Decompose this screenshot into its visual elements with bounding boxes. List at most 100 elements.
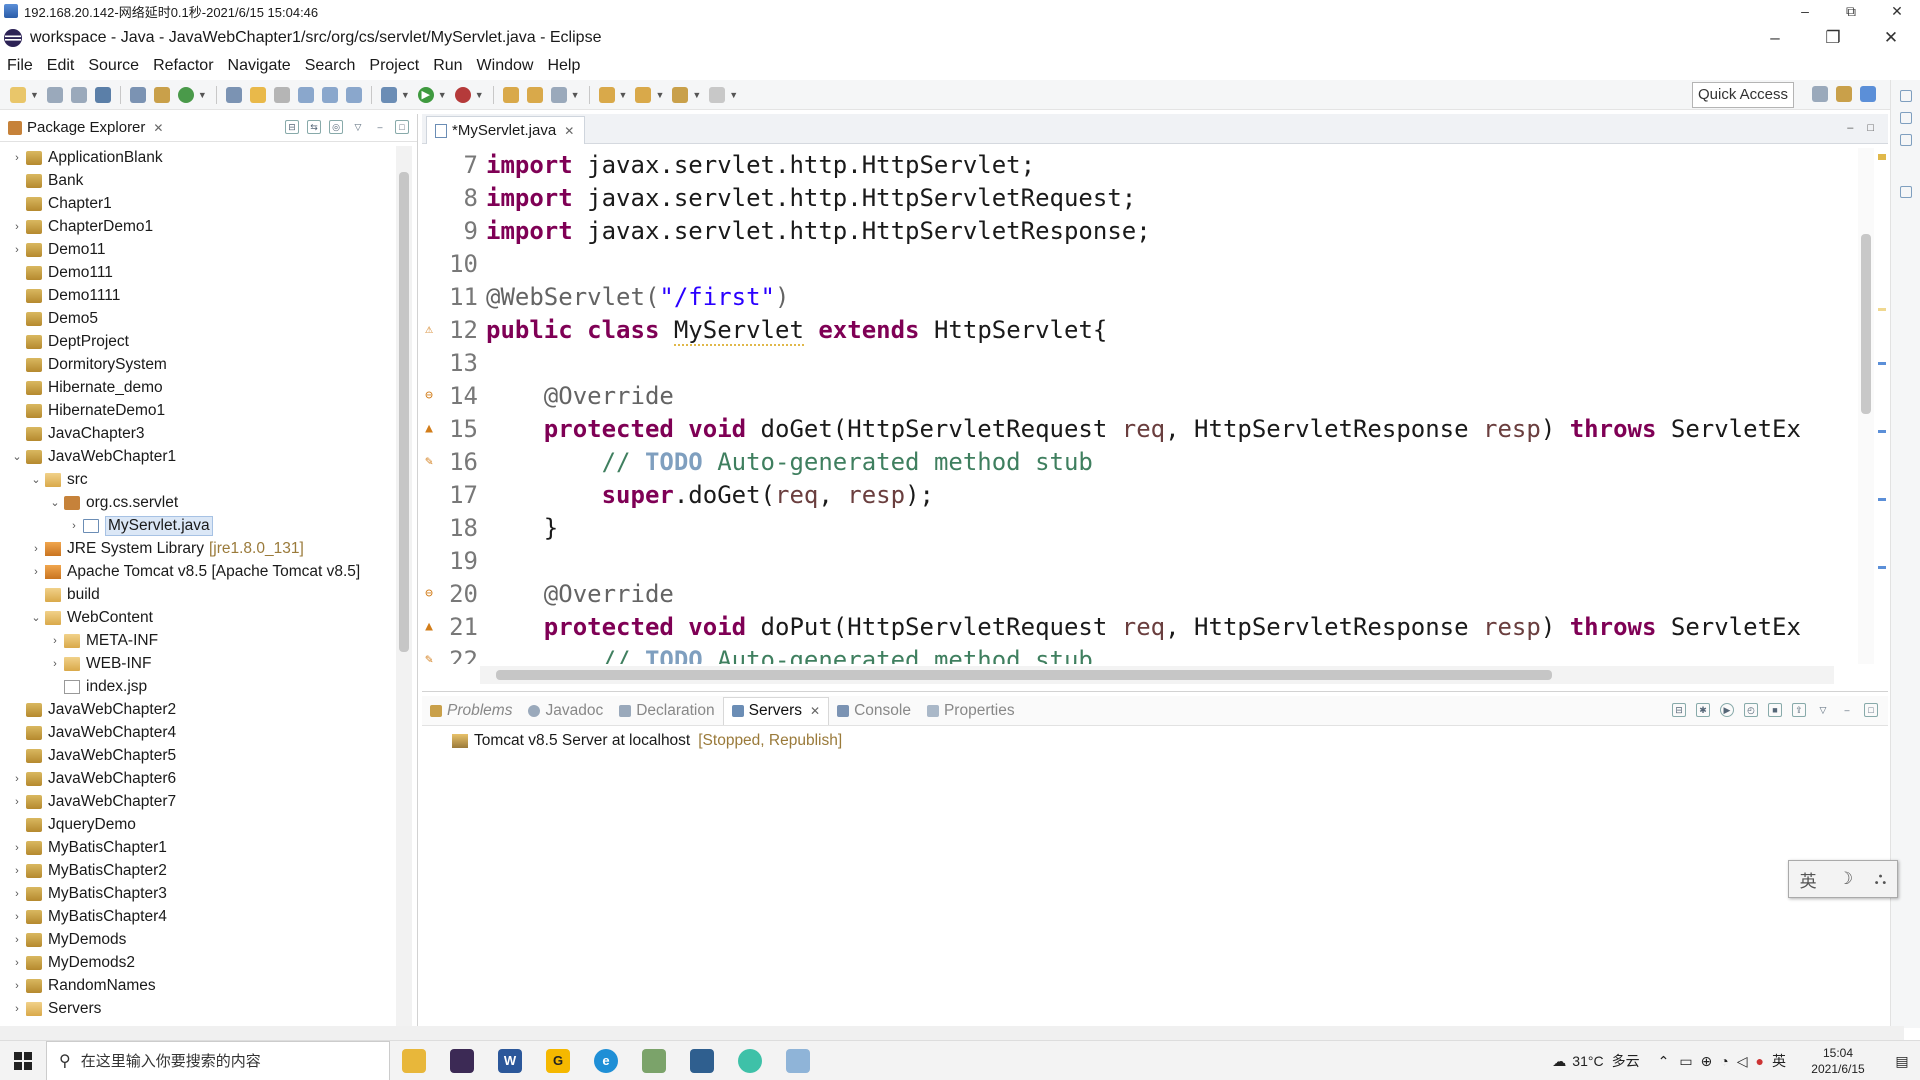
taskbar-edge[interactable]: e [582,1041,630,1080]
chevron-down-icon[interactable]: ⌄ [48,496,62,509]
forward-icon[interactable] [709,86,726,103]
tree-item[interactable]: › JavaWebChapter7 [0,790,394,813]
panel-view-menu-icon[interactable]: ▽ [1816,703,1830,717]
code-line[interactable]: 17 super.doGet(req, resp); [422,478,1848,511]
weather-text[interactable]: 多云 [1612,1051,1640,1071]
start-button[interactable] [0,1041,46,1080]
ime-language-indicator[interactable]: 英 [1800,867,1817,892]
chevron-right-icon[interactable]: › [10,221,24,233]
chevron-right-icon[interactable]: › [10,911,24,923]
minimized-view-icon[interactable] [1899,186,1912,198]
ime-moon-icon[interactable]: ☽ [1838,869,1853,889]
debug-icon[interactable] [380,86,397,103]
chevron-right-icon[interactable]: › [10,957,24,969]
notification-icon[interactable]: ▤ [1884,1053,1920,1070]
gutter-marker-icon[interactable]: ⊖ [422,388,436,403]
occurrence-marker[interactable] [1878,308,1886,311]
chevron-right-icon[interactable]: › [10,865,24,877]
code-line[interactable]: ✎ 16 // TODO Auto-generated method stub [422,445,1848,478]
menu-source[interactable]: Source [81,57,146,75]
open-perspective-icon[interactable] [1812,86,1828,102]
editor-tab-myservlet[interactable]: *MyServlet.java ✕ [426,116,586,144]
tree-item[interactable]: › META-INF [0,629,394,652]
ime-punct-icon[interactable]: ⛬ [1874,869,1886,889]
tree-item[interactable]: › MyBatisChapter4 [0,905,394,928]
tab-problems[interactable]: Problems [422,697,520,725]
taskbar-app-6[interactable] [630,1041,678,1080]
task-marker[interactable] [1878,498,1886,501]
code-line[interactable]: 9 import javax.servlet.http.HttpServletRe… [422,214,1848,247]
outline-icon[interactable] [1899,90,1912,102]
remote-minimize-button[interactable]: – [1782,0,1828,22]
editor-horizontal-scrollbar[interactable] [480,666,1834,684]
tree-item[interactable]: ⌄ src [0,468,394,491]
chevron-right-icon[interactable]: › [10,888,24,900]
minimize-view-icon[interactable]: – [373,120,387,134]
menu-search[interactable]: Search [298,57,363,75]
tree-item[interactable]: Hibernate_demo [0,376,394,399]
terminal-icon[interactable] [94,86,111,103]
code-line[interactable]: 18 } [422,511,1848,544]
code-line[interactable]: 19 [422,544,1848,577]
new-file-icon[interactable] [10,86,26,103]
task-marker[interactable] [1878,566,1886,569]
close-tab-icon[interactable]: ✕ [564,124,574,138]
code-line[interactable]: 11 @WebServlet("/first") [422,280,1848,313]
save-icon[interactable] [46,86,63,103]
tree-item[interactable]: › MyServlet.java [0,514,394,537]
collapse-icon[interactable]: ⊟ [1672,703,1686,717]
code-line[interactable]: 10 [422,247,1848,280]
code-line[interactable]: ⊖ 14 @Override [422,379,1848,412]
remote-restore-button[interactable]: ⧉ [1828,0,1874,22]
tree-item[interactable]: index.jsp [0,675,394,698]
taskbar-app-2[interactable] [438,1041,486,1080]
tree-item[interactable]: HibernateDemo1 [0,399,394,422]
open-type-icon[interactable] [225,86,242,103]
tray-ime-indicator[interactable]: 英 [1772,1051,1786,1071]
taskbar-word[interactable]: W [486,1041,534,1080]
network-icon[interactable]: ▭ [1679,1053,1692,1070]
annotation-next-icon[interactable] [297,86,314,103]
panel-minimize-icon[interactable]: – [1840,703,1854,717]
tab-properties[interactable]: Properties [919,697,1023,725]
task-marker[interactable] [1878,430,1886,433]
gutter-marker-icon[interactable]: ⊖ [422,586,436,601]
prev-annotation-dropdown-icon[interactable]: ▼ [655,90,664,100]
chevron-right-icon[interactable]: › [10,152,24,164]
editor-vertical-scrollbar[interactable] [1858,148,1874,664]
code-editor[interactable]: 7 import javax.servlet.http.HttpServlet; 8… [422,148,1848,665]
chevron-right-icon[interactable]: › [10,244,24,256]
tree-item[interactable]: Bank [0,169,394,192]
new-dropdown-icon[interactable]: ▼ [30,90,39,100]
tab-javadoc[interactable]: Javadoc [520,697,611,725]
tree-item[interactable]: ⌄ WebContent [0,606,394,629]
vpn-icon[interactable]: ⊕ [1701,1053,1713,1070]
task-list-icon[interactable] [1899,112,1912,124]
gutter-marker-icon[interactable]: ▲ [422,421,436,436]
menu-navigate[interactable]: Navigate [221,57,298,75]
refresh-icon[interactable] [177,86,194,103]
tree-item[interactable]: JqueryDemo [0,813,394,836]
menu-file[interactable]: File [0,57,40,75]
open-folder-icon[interactable] [502,86,519,103]
prev-annotation-icon[interactable] [635,86,652,103]
weather-temp[interactable]: 31°C [1572,1053,1603,1069]
pin-dropdown-icon[interactable]: ▼ [571,90,580,100]
tree-item[interactable]: DormitorySystem [0,353,394,376]
tree-item[interactable]: › Apache Tomcat v8.5 [Apache Tomcat v8.5] [0,560,394,583]
code-line[interactable]: 8 import javax.servlet.http.HttpServletRe… [422,181,1848,214]
profile-server-icon[interactable]: ◴ [1744,703,1758,717]
tree-item[interactable]: › WEB-INF [0,652,394,675]
tree-item[interactable]: JavaWebChapter2 [0,698,394,721]
menu-run[interactable]: Run [426,57,469,75]
taskbar-search[interactable]: ⚲ 在这里输入你要搜索的内容 [46,1040,390,1080]
tree-item[interactable]: JavaWebChapter5 [0,744,394,767]
chevron-right-icon[interactable]: › [10,1003,24,1015]
task-marker[interactable] [1878,362,1886,365]
restore-stack-icon[interactable] [1899,134,1912,146]
chevron-right-icon[interactable]: › [10,842,24,854]
menu-edit[interactable]: Edit [40,57,82,75]
tree-item[interactable]: › RandomNames [0,974,394,997]
tree-item[interactable]: › MyBatisChapter2 [0,859,394,882]
tree-item[interactable]: JavaWebChapter4 [0,721,394,744]
